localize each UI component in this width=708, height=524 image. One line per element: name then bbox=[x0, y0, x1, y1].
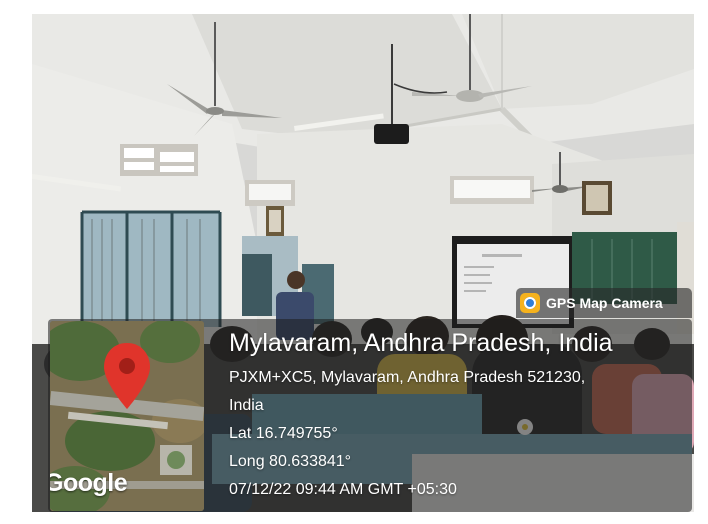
classroom-photo: GPS Map Camera Google Mylavaram, Andhra … bbox=[32, 14, 694, 512]
address-line-1: PJXM+XC5, Mylavaram, Andhra Pradesh 5212… bbox=[229, 369, 586, 386]
timestamp: 07/12/22 09:44 AM GMT +05:30 bbox=[229, 481, 457, 498]
gps-map-camera-badge: GPS Map Camera bbox=[516, 288, 692, 318]
gps-badge-label: GPS Map Camera bbox=[546, 295, 663, 311]
satellite-minimap: Google bbox=[50, 321, 204, 511]
gps-map-camera-app-icon bbox=[520, 293, 540, 313]
address-line-2: India bbox=[229, 397, 264, 414]
latitude: Lat 16.749755° bbox=[229, 425, 338, 442]
location-overlay: Google Mylavaram, Andhra Pradesh, India … bbox=[48, 319, 692, 512]
google-logo: Google bbox=[50, 469, 128, 497]
location-title: Mylavaram, Andhra Pradesh, India bbox=[229, 329, 613, 357]
longitude: Long 80.633841° bbox=[229, 453, 352, 470]
